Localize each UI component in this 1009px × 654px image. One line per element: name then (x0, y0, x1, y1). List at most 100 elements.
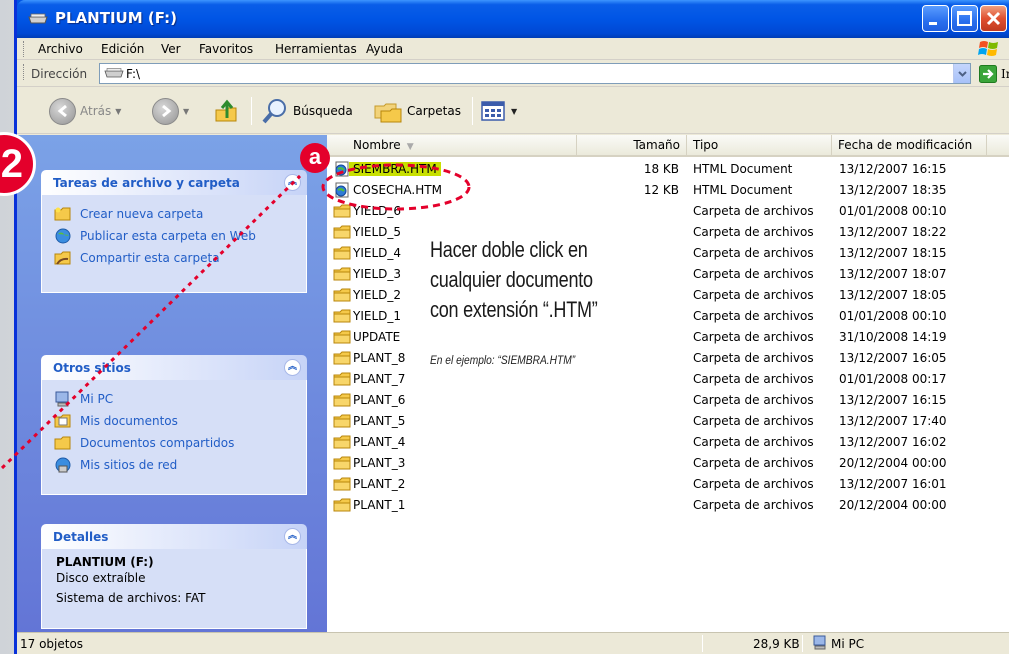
my-computer-icon (813, 635, 826, 650)
file-name[interactable]: YIELD_2 (353, 288, 401, 302)
html-document-icon (333, 182, 351, 198)
place-label: Documentos compartidos (80, 436, 235, 450)
place-my-computer[interactable]: Mi PC (54, 388, 294, 410)
collapse-icon[interactable]: ︽ (284, 528, 301, 545)
tasks-panel-header[interactable]: Tareas de archivo y carpeta ︽ (41, 170, 307, 195)
file-name[interactable]: PLANT_7 (353, 372, 405, 386)
file-name[interactable]: COSECHA.HTM (353, 183, 442, 197)
column-size[interactable]: Tamaño (577, 135, 687, 157)
views-button[interactable]: ▼ (481, 97, 517, 125)
place-label: Mis sitios de red (80, 458, 178, 472)
file-name[interactable]: UPDATE (353, 330, 400, 344)
menu-edicion[interactable]: Edición (101, 42, 144, 56)
file-name[interactable]: PLANT_1 (353, 498, 405, 512)
file-type: Carpeta de archivos (693, 351, 814, 365)
file-row[interactable]: PLANT_4 Carpeta de archivos 13/12/2007 16:… (327, 432, 1009, 453)
file-row[interactable]: PLANT_3 Carpeta de archivos 20/12/2004 00:… (327, 453, 1009, 474)
place-shared-documents[interactable]: Documentos compartidos (54, 432, 294, 454)
file-row[interactable]: SIEMBRA.HTM 18 KB HTML Document 13/12/2007 … (327, 159, 1009, 180)
file-date: 20/12/2004 00:00 (839, 498, 947, 512)
collapse-icon[interactable]: ︽ (284, 174, 301, 191)
file-type: Carpeta de archivos (693, 330, 814, 344)
file-list[interactable]: Nombre ▼ Tamaño Tipo Fecha de modificació… (327, 135, 1009, 632)
file-row[interactable]: UPDATE Carpeta de archivos 31/10/2008 14:1… (327, 327, 1009, 348)
file-name[interactable]: PLANT_2 (353, 477, 405, 491)
search-label: Búsqueda (293, 104, 353, 118)
file-name[interactable]: PLANT_8 (353, 351, 405, 365)
details-kind: Disco extraíble (56, 571, 146, 585)
search-button[interactable]: Búsqueda (261, 97, 353, 125)
file-row[interactable]: PLANT_2 Carpeta de archivos 13/12/2007 16:… (327, 474, 1009, 495)
close-button[interactable] (980, 5, 1007, 32)
file-type: Carpeta de archivos (693, 435, 814, 449)
back-button[interactable]: Atrás ▼ (49, 97, 121, 125)
file-row[interactable]: PLANT_1 Carpeta de archivos 20/12/2004 00:… (327, 495, 1009, 516)
file-name[interactable]: PLANT_6 (353, 393, 405, 407)
address-grip[interactable] (23, 64, 25, 80)
file-name[interactable]: YIELD_5 (353, 225, 401, 239)
menu-archivo[interactable]: Archivo (38, 42, 83, 56)
minimize-button[interactable] (922, 5, 949, 32)
up-folder-button[interactable] (213, 97, 239, 125)
file-date: 13/12/2007 18:22 (839, 225, 947, 239)
file-name[interactable]: PLANT_3 (353, 456, 405, 470)
menu-ayuda[interactable]: Ayuda (366, 42, 403, 56)
instruction-line: cualquier documento (430, 267, 593, 292)
task-label: Crear nueva carpeta (80, 207, 204, 221)
file-type: Carpeta de archivos (693, 414, 814, 428)
folder-icon (333, 245, 351, 261)
address-dropdown-button[interactable] (953, 64, 970, 83)
column-name[interactable]: Nombre ▼ (327, 135, 577, 157)
file-date: 01/01/2008 00:10 (839, 204, 947, 218)
place-my-documents[interactable]: Mis documentos (54, 410, 294, 432)
details-header[interactable]: Detalles ︽ (41, 524, 307, 549)
toolbar-separator (251, 97, 252, 125)
file-type: Carpeta de archivos (693, 204, 814, 218)
views-dropdown-icon[interactable]: ▼ (511, 107, 517, 116)
file-date: 13/12/2007 16:15 (839, 162, 947, 176)
forward-button[interactable]: ▼ (152, 97, 189, 125)
back-dropdown-icon[interactable]: ▼ (115, 107, 121, 116)
file-name[interactable]: YIELD_3 (353, 267, 401, 281)
maximize-button[interactable] (951, 5, 978, 32)
file-row[interactable]: PLANT_6 Carpeta de archivos 13/12/2007 16:… (327, 390, 1009, 411)
place-network[interactable]: Mis sitios de red (54, 454, 294, 476)
file-row[interactable]: PLANT_7 Carpeta de archivos 01/01/2008 00:… (327, 369, 1009, 390)
go-button-label[interactable]: Ir (1001, 67, 1009, 81)
instruction-line: Hacer doble click en (430, 237, 588, 262)
collapse-icon[interactable]: ︽ (284, 359, 301, 376)
menu-grip[interactable] (23, 41, 25, 57)
file-name[interactable]: YIELD_6 (353, 204, 401, 218)
go-arrow-icon[interactable] (979, 65, 997, 83)
menu-ver[interactable]: Ver (161, 42, 181, 56)
file-row[interactable]: COSECHA.HTM 12 KB HTML Document 13/12/2007 … (327, 180, 1009, 201)
file-row[interactable]: YIELD_6 Carpeta de archivos 01/01/2008 00:… (327, 201, 1009, 222)
folders-button[interactable]: Carpetas (373, 97, 461, 125)
folders-label: Carpetas (407, 104, 461, 118)
address-input[interactable]: F:\ (99, 63, 971, 84)
folder-icon (333, 497, 351, 513)
task-new-folder[interactable]: Crear nueva carpeta (54, 203, 294, 225)
file-name[interactable]: PLANT_4 (353, 435, 405, 449)
details-body: PLANTIUM (F:) Disco extraíble Sistema de… (41, 549, 307, 629)
file-name[interactable]: YIELD_4 (353, 246, 401, 260)
forward-dropdown-icon[interactable]: ▼ (183, 107, 189, 116)
other-places-header[interactable]: Otros sitios ︽ (41, 355, 307, 380)
title-bar[interactable]: PLANTIUM (F:) (17, 0, 1009, 38)
search-icon (262, 99, 286, 124)
task-publish-web[interactable]: Publicar esta carpeta en Web (54, 225, 294, 247)
column-date[interactable]: Fecha de modificación (832, 135, 987, 157)
folder-icon (333, 476, 351, 492)
file-name[interactable]: SIEMBRA.HTM (349, 162, 441, 176)
instruction-text: Hacer doble click en cualquier documento… (430, 235, 676, 325)
task-share-folder[interactable]: Compartir esta carpeta (54, 247, 294, 269)
window-title: PLANTIUM (F:) (55, 9, 177, 27)
menu-favoritos[interactable]: Favoritos (199, 42, 253, 56)
file-name[interactable]: PLANT_5 (353, 414, 405, 428)
column-type[interactable]: Tipo (687, 135, 832, 157)
file-row[interactable]: PLANT_5 Carpeta de archivos 13/12/2007 17:… (327, 411, 1009, 432)
menu-herramientas[interactable]: Herramientas (275, 42, 357, 56)
step-badge-a: a (300, 143, 330, 173)
file-type: Carpeta de archivos (693, 267, 814, 281)
file-name[interactable]: YIELD_1 (353, 309, 401, 323)
